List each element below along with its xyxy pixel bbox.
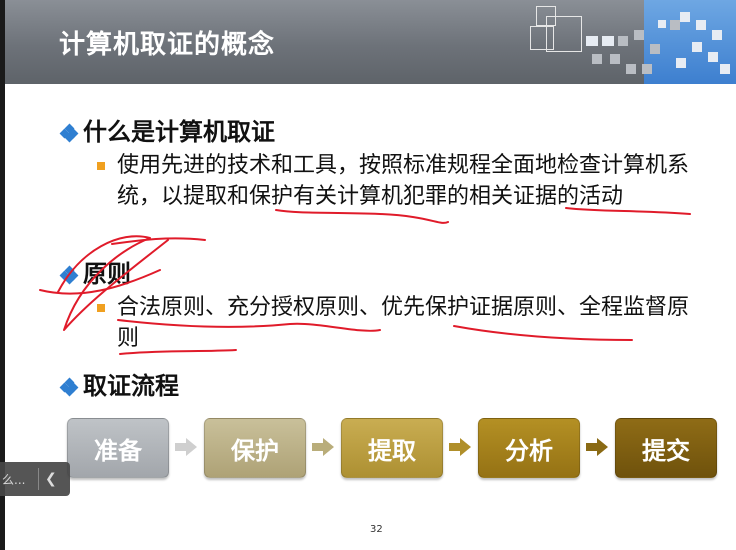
section-heading-text: 原则 (83, 260, 131, 288)
flow-step-protect: 保护 (204, 418, 306, 478)
diamond-bullet-icon (59, 265, 79, 285)
diamond-bullet-icon (59, 377, 79, 397)
divider (38, 468, 39, 490)
flow-step-prepare: 准备 (67, 418, 169, 478)
diamond-bullet-icon (59, 123, 79, 143)
process-flow: 准备 保护 提取 分析 提交 (67, 418, 727, 480)
section-heading-principles: 原则 (59, 254, 131, 289)
flow-arrow-icon (586, 438, 608, 456)
flow-arrow-icon (312, 438, 334, 456)
principles-text: 合法原则、充分授权原则、优先保护证据原则、全程监督原则 (117, 295, 690, 351)
square-bullet-icon (97, 304, 105, 312)
slide: 计算机取证的概念 什么是计算机取证 使用先进的技术和工具，按照标准规程全面地检查… (5, 0, 736, 550)
chevron-left-icon[interactable]: ❮ (45, 471, 57, 487)
section-heading-definition: 什么是计算机取证 (59, 112, 275, 147)
slide-title: 计算机取证的概念 (59, 30, 276, 60)
square-bullet-icon (97, 162, 105, 170)
definition-text: 使用先进的技术和工具，按照标准规程全面地检查计算机系统，以提取和保护有关计算机犯… (117, 153, 690, 209)
floating-toolbar: 么... ❮ (0, 462, 70, 496)
title-bar: 计算机取证的概念 (5, 0, 736, 84)
flow-arrow-icon (175, 438, 197, 456)
flow-step-submit: 提交 (615, 418, 717, 478)
flow-step-analyze: 分析 (478, 418, 580, 478)
flow-arrow-icon (449, 438, 471, 456)
section-heading-text: 什么是计算机取证 (83, 118, 275, 146)
decorative-squares (530, 6, 736, 80)
section-heading-process: 取证流程 (59, 366, 179, 401)
page-number: 32 (370, 524, 383, 535)
section-heading-text: 取证流程 (83, 372, 179, 400)
flow-step-extract: 提取 (341, 418, 443, 478)
truncated-label[interactable]: 么... (2, 471, 32, 488)
